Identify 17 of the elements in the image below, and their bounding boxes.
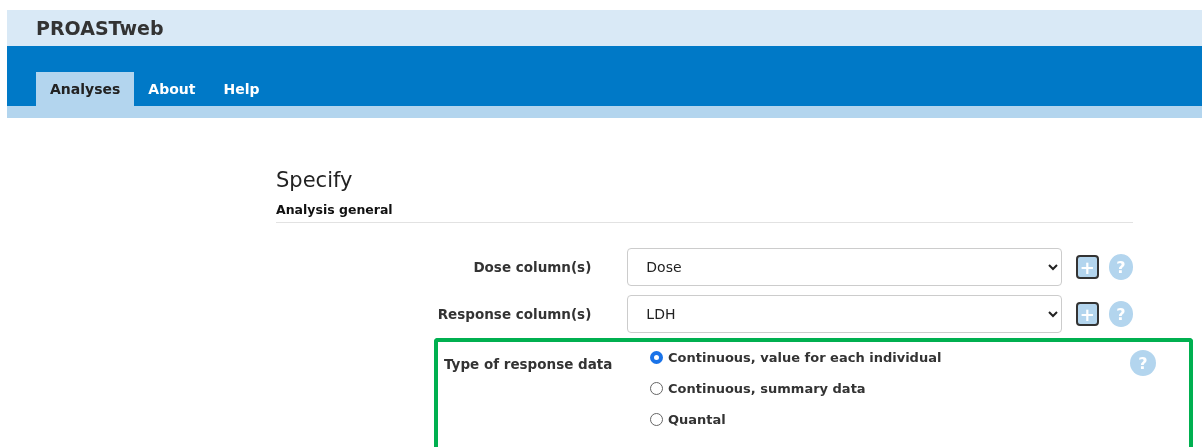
- section-heading: Analysis general: [276, 202, 1133, 223]
- nav-tab[interactable]: About: [134, 72, 210, 106]
- radio-button[interactable]: [650, 382, 663, 395]
- app-title: PROASTweb: [36, 17, 164, 39]
- radio-button[interactable]: [650, 351, 663, 364]
- field-label: Dose column(s): [472, 259, 593, 275]
- radio-option[interactable]: Continuous, summary data: [650, 381, 1120, 396]
- radio-option[interactable]: Continuous, value for each individual: [650, 350, 1120, 365]
- column-select[interactable]: LDH: [627, 295, 1062, 333]
- radio-button[interactable]: [650, 413, 663, 426]
- page-heading: Specify: [276, 168, 354, 192]
- radio-option[interactable]: Quantal: [650, 412, 1120, 427]
- field-label: Response column(s): [436, 306, 593, 322]
- column-select[interactable]: Dose: [627, 248, 1062, 286]
- field-label: Type of response data: [444, 355, 614, 374]
- nav-tab[interactable]: Help: [209, 72, 274, 106]
- nav-tab[interactable]: Analyses: [36, 72, 135, 106]
